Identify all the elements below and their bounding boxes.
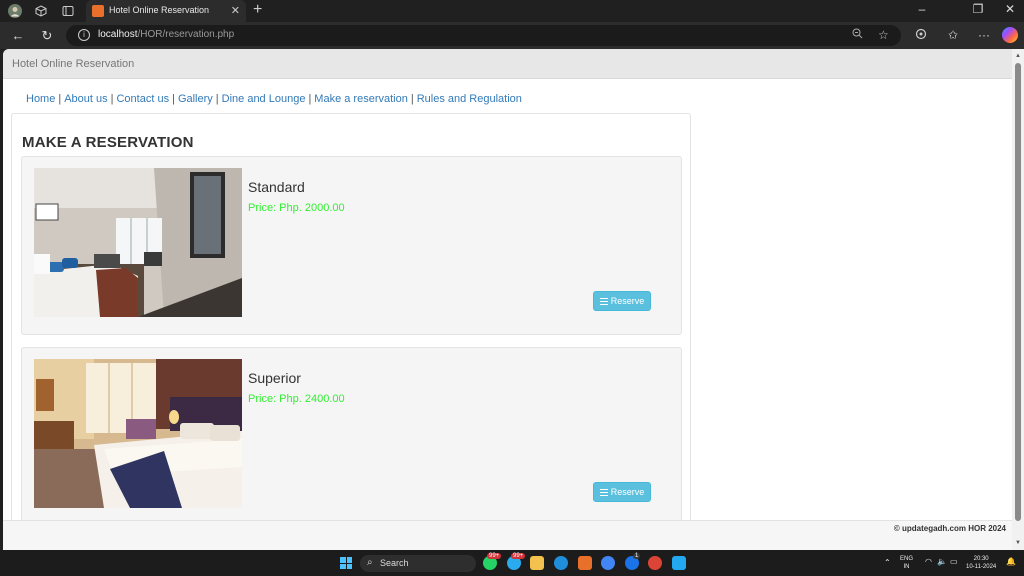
page-viewport: Hotel Online Reservation Home | About us | C… [3,49,1012,550]
volume-icon[interactable]: 🔈 [937,558,947,566]
zoom-icon[interactable] [852,28,863,42]
taskbar-search-label: Search [380,558,409,568]
clock[interactable]: 20:30 10-11-2024 [966,555,996,571]
copilot-icon[interactable] [1002,27,1018,43]
page-scrollbar[interactable]: ▲ ▼ [1012,49,1024,550]
room-name: Standard [248,179,305,195]
favorites-icon[interactable]: ✩ [945,28,961,42]
profile-avatar-icon[interactable] [7,3,23,19]
edge-browser-icon[interactable] [554,556,568,570]
url-host: localhost [98,29,138,40]
vscode-icon[interactable] [672,556,686,570]
room-card: Superior Price: Php. 2400.00 Reserve [21,347,682,526]
clock-date: 10-11-2024 [966,564,997,570]
list-icon [599,488,608,496]
room-photo-superior [34,359,242,508]
site-info-icon[interactable]: i [78,29,90,41]
reload-icon[interactable]: ↻ [39,28,55,44]
new-tab-icon[interactable]: + [253,1,262,19]
notification-badge: 99+ [511,553,526,559]
chrome-alt-icon[interactable] [648,556,662,570]
xampp-icon[interactable] [578,556,592,570]
language-code: ENG [900,556,914,562]
more-menu-icon[interactable]: ··· [976,28,992,42]
nav-link-rules[interactable]: Rules and Regulation [417,93,522,105]
address-bar[interactable]: i localhost/HOR/reservation.php ☆ [66,25,901,46]
nav-link-gallery[interactable]: Gallery [178,93,213,105]
browser-toolbar: ← ↻ i localhost/HOR/reservation.php ☆ ✩ … [0,22,1024,49]
notification-badge: 1 [633,553,641,559]
start-button-icon[interactable] [340,557,352,569]
url-text[interactable]: localhost/HOR/reservation.php [98,29,234,40]
notifications-bell-icon[interactable]: 🔔 [1006,558,1016,566]
room-photo-standard [34,168,242,317]
taskbar-search[interactable]: ⌕ Search [360,555,476,572]
window-close-icon[interactable]: ✕ [1000,2,1020,16]
windows-taskbar: ⌕ Search 99+ 99+ 1 ⌃ ENG IN ◠ 🔈 ▭ 20:30 10… [0,550,1024,576]
nav-separator: | [172,93,175,105]
favorite-star-icon[interactable]: ☆ [878,28,889,42]
reserve-button-label: Reserve [610,296,645,306]
reserve-button-label: Reserve [610,487,645,497]
site-header: Hotel Online Reservation [3,49,1012,79]
restore-icon[interactable]: ❐ [968,2,988,16]
nav-separator: | [308,93,312,105]
nav-separator: | [58,93,62,105]
back-icon[interactable]: ← [10,28,26,43]
tab-close-icon[interactable]: ✕ [231,4,240,17]
room-price: Price: Php. 2400.00 [248,393,345,405]
copyright-text: © updategadh.com HOR 2024 [893,524,1006,533]
region-code: IN [903,564,910,570]
minimize-icon[interactable]: – [912,2,932,16]
main-nav: Home | About us | Contact us | Gallery | Dine an… [26,93,522,105]
tab-title: Hotel Online Reservation [109,5,210,15]
workspaces-icon[interactable] [33,3,49,19]
nav-link-home[interactable]: Home [26,93,55,105]
reserve-button-standard[interactable]: Reserve [593,291,651,311]
page-title: MAKE A RESERVATION [22,134,194,151]
network-icon[interactable]: ◠ [925,558,932,566]
notification-badge: 99+ [487,553,502,559]
url-path: /HOR/reservation.php [137,29,235,40]
battery-icon[interactable]: ▭ [950,558,958,566]
nav-link-reservation[interactable]: Make a reservation [314,93,408,105]
nav-link-contact[interactable]: Contact us [116,93,169,105]
room-card: Standard Price: Php. 2000.00 Reserve [21,156,682,335]
room-name: Superior [248,370,301,386]
browser-tab-active[interactable]: Hotel Online Reservation ✕ [86,0,246,22]
file-explorer-icon[interactable] [530,556,544,570]
nav-separator: | [215,93,219,105]
tray-overflow-icon[interactable]: ⌃ [884,559,891,567]
browser-tab-bar: Hotel Online Reservation ✕ + – ❐ ✕ [0,0,1024,22]
xampp-favicon-icon [92,5,104,17]
nav-link-about[interactable]: About us [64,93,107,105]
language-indicator[interactable]: ENG IN [900,555,913,571]
extensions-icon[interactable] [913,28,929,43]
nav-separator: | [410,93,414,105]
reserve-button-superior[interactable]: Reserve [593,482,651,502]
scroll-down-icon[interactable]: ▼ [1015,540,1021,546]
tab-actions-icon[interactable] [60,3,76,19]
scroll-up-icon[interactable]: ▲ [1015,53,1021,59]
scrollbar-thumb[interactable] [1015,63,1021,521]
list-icon [599,297,608,305]
clock-time: 20:30 [973,556,989,562]
nav-link-dine[interactable]: Dine and Lounge [222,93,306,105]
site-footer: © updategadh.com HOR 2024 [3,520,1012,550]
search-icon: ⌕ [367,557,373,568]
room-price: Price: Php. 2000.00 [248,202,345,214]
site-brand[interactable]: Hotel Online Reservation [12,58,134,70]
reservation-panel: MAKE A RESERVATION Standard Price: Php. … [11,113,691,550]
chrome-icon[interactable] [601,556,615,570]
